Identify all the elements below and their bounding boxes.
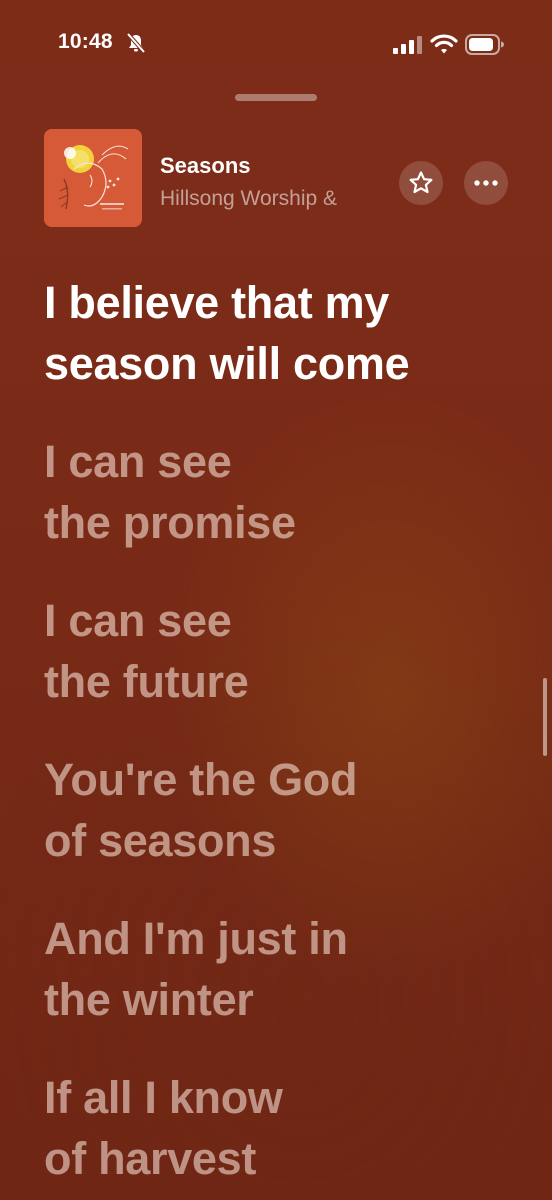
- lyric-text: I can see: [44, 595, 232, 646]
- scroll-indicator[interactable]: [543, 678, 547, 756]
- wifi-icon: [430, 34, 458, 54]
- status-bar: 10:48: [0, 0, 552, 92]
- song-artist[interactable]: Hillsong Worship &: [160, 187, 392, 211]
- lyric-text: And I'm just in: [44, 913, 348, 964]
- star-icon: [409, 171, 433, 194]
- lyric-text: the winter: [44, 974, 254, 1025]
- lyric-text: season will come: [44, 338, 410, 389]
- lyric-text: You're the God: [44, 754, 358, 805]
- lyric-text: I can see: [44, 436, 232, 487]
- lyric-text: If all I know: [44, 1072, 283, 1123]
- battery-icon: [465, 34, 504, 55]
- lyric-line[interactable]: I can see the future: [44, 590, 534, 712]
- artwork-illustration: [44, 129, 142, 227]
- favorite-button[interactable]: [399, 161, 443, 205]
- lyric-line[interactable]: And I'm just in the winter: [44, 908, 534, 1030]
- sheet-grabber[interactable]: [235, 94, 317, 101]
- cellular-signal-icon: [393, 36, 422, 54]
- lyric-text: the future: [44, 656, 249, 707]
- lyric-line[interactable]: I can see the promise: [44, 431, 534, 553]
- album-artwork[interactable]: [44, 129, 142, 227]
- song-title[interactable]: Seasons: [160, 153, 251, 179]
- bell-slash-icon: [126, 32, 146, 54]
- more-button[interactable]: [464, 161, 508, 205]
- lyric-line-current[interactable]: I believe that my season will come: [44, 272, 534, 394]
- lyric-line[interactable]: You're the God of seasons: [44, 749, 534, 871]
- status-time: 10:48: [58, 30, 113, 53]
- lyric-text: the promise: [44, 497, 296, 548]
- lyrics-list: I believe that my season will come I can…: [44, 272, 534, 1200]
- lyric-text: of harvest: [44, 1133, 257, 1184]
- ellipsis-icon: [474, 180, 498, 186]
- lyric-text: I believe that my: [44, 277, 390, 328]
- lyric-text: of seasons: [44, 815, 277, 866]
- lyric-line[interactable]: If all I know of harvest: [44, 1067, 534, 1189]
